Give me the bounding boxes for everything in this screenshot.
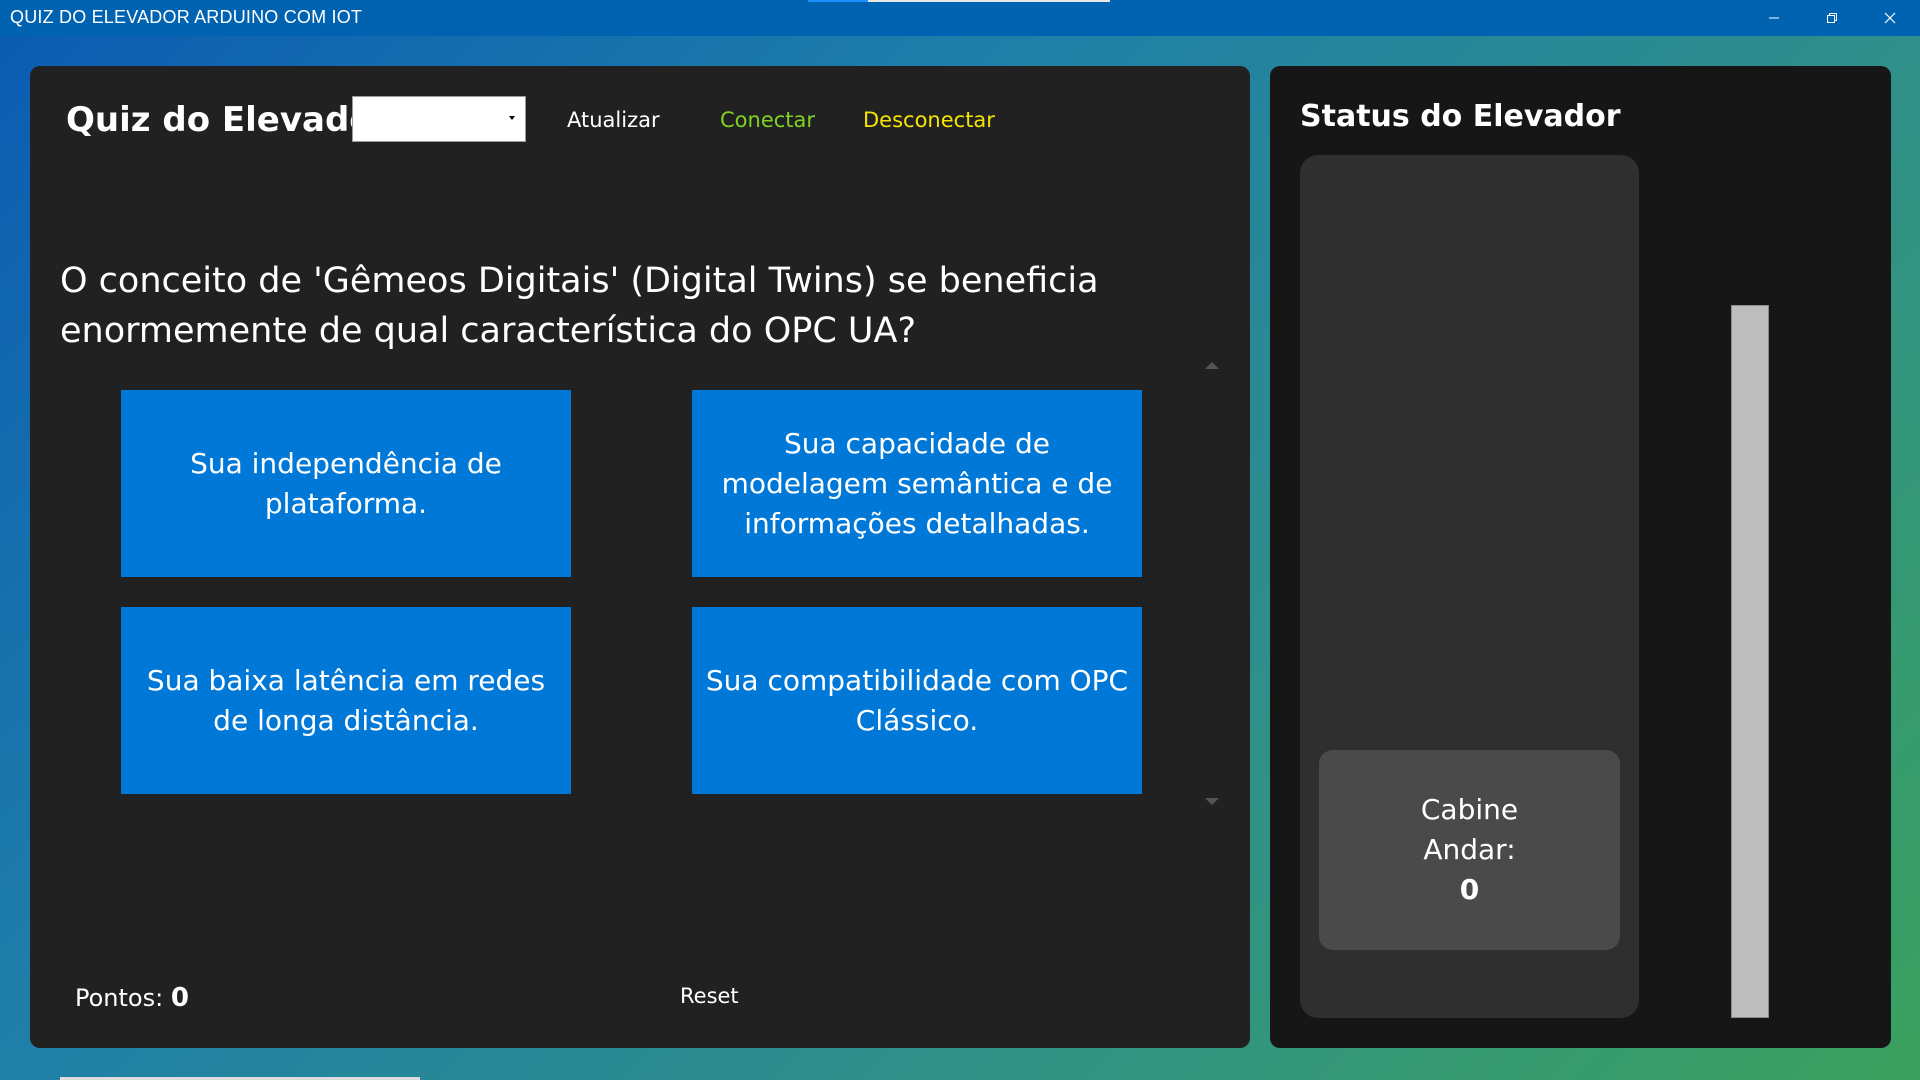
conectar-button[interactable]: Conectar: [720, 108, 815, 132]
window-title: QUIZ DO ELEVADOR ARDUINO COM IOT: [10, 7, 363, 27]
floor-value: 0: [1459, 873, 1480, 906]
status-title: Status do Elevador: [1300, 99, 1621, 134]
score-label: Pontos:: [75, 984, 164, 1012]
answer-button-3[interactable]: Sua baixa latência em redes de longa dis…: [121, 607, 571, 794]
minimize-icon: [1769, 17, 1779, 19]
close-icon: [1884, 12, 1896, 24]
restore-button[interactable]: [1804, 0, 1860, 36]
scroll-up-arrow-icon[interactable]: [1205, 362, 1219, 369]
cabin-label: Cabine: [1420, 793, 1519, 826]
app-title: Quiz do Elevador: [66, 100, 390, 140]
elevator-rail: [1731, 305, 1769, 1018]
answer-button-4[interactable]: Sua compatibilidade com OPC Clássico.: [692, 607, 1142, 794]
score-display: Pontos: 0: [75, 983, 189, 1013]
elevator-shaft: Cabine Andar: 0: [1300, 155, 1639, 1018]
atualizar-button[interactable]: Atualizar: [567, 108, 660, 132]
status-panel: Status do Elevador Cabine Andar: 0: [1270, 66, 1891, 1048]
question-text: O conceito de 'Gêmeos Digitais' (Digital…: [60, 261, 1099, 351]
restore-icon: [1827, 13, 1837, 23]
titlebar-accent-light: [868, 0, 1110, 2]
quiz-select-dropdown[interactable]: [352, 96, 526, 142]
floor-label: Andar:: [1423, 833, 1516, 866]
answer-button-2[interactable]: Sua capacidade de modelagem semântica e …: [692, 390, 1142, 577]
desconectar-button[interactable]: Desconectar: [863, 108, 995, 132]
answer-button-1[interactable]: Sua independência de plataforma.: [121, 390, 571, 577]
chevron-down-icon: [509, 116, 515, 120]
minimize-button[interactable]: [1746, 0, 1802, 36]
score-value: 0: [170, 983, 189, 1013]
scroll-down-arrow-icon[interactable]: [1205, 798, 1219, 805]
elevator-cabin: Cabine Andar: 0: [1319, 750, 1620, 950]
close-button[interactable]: [1862, 0, 1918, 36]
reset-button[interactable]: Reset: [680, 984, 739, 1008]
titlebar-accent: [808, 0, 868, 2]
quiz-panel: Quiz do Elevador Atualizar Conectar Desc…: [30, 66, 1250, 1048]
title-bar: QUIZ DO ELEVADOR ARDUINO COM IOT: [0, 0, 1920, 36]
